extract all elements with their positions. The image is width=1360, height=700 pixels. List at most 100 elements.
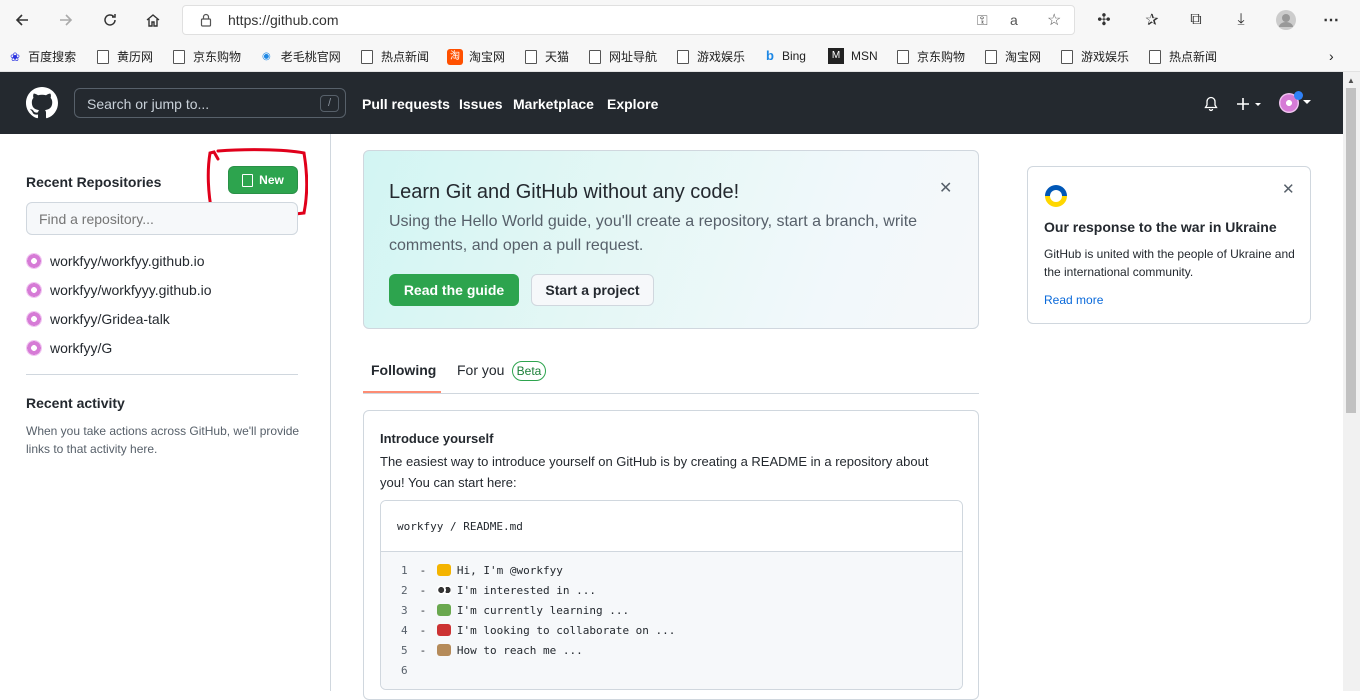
readme-preview[interactable]: workfyy / README.md 1 - Hi, I'm @workfyy… xyxy=(380,500,963,690)
extensions-icon[interactable]: ✣ xyxy=(1093,9,1115,31)
bell-icon[interactable] xyxy=(1203,96,1219,112)
repo-link[interactable]: workfyy/workfyyy.github.io xyxy=(26,282,212,298)
bookmark-item[interactable]: 天猫 xyxy=(525,48,569,65)
line-number: 3 xyxy=(401,604,408,617)
bookmark-item[interactable]: 游戏娱乐 xyxy=(677,48,745,65)
back-icon[interactable] xyxy=(11,9,33,31)
home-icon[interactable] xyxy=(142,9,164,31)
bookmark-label: 天猫 xyxy=(545,50,570,64)
code-line: 1 - Hi, I'm @workfyy xyxy=(401,564,563,577)
cherries-icon xyxy=(436,624,451,636)
recent-activity-text: When you take actions across GitHub, we'… xyxy=(26,424,300,456)
bookmark-item[interactable]: b Bing xyxy=(766,48,806,63)
github-header: Search or jump to... / Pull requests Iss… xyxy=(0,72,1343,134)
search-placeholder: Search or jump to... xyxy=(87,96,210,112)
repo-owner-avatar xyxy=(26,282,42,298)
nav-issues[interactable]: Issues xyxy=(459,96,503,112)
scroll-up-icon[interactable]: ▲ xyxy=(1347,76,1355,85)
bookmark-label: 游戏娱乐 xyxy=(1081,50,1130,64)
chevron-right-icon[interactable]: › xyxy=(1329,48,1334,64)
mailbox-icon xyxy=(436,644,451,656)
line-prefix: - xyxy=(419,604,433,617)
bookmark-item[interactable]: 黄历网 xyxy=(97,48,153,65)
start-project-button[interactable]: Start a project xyxy=(531,274,654,306)
page-scrollbar[interactable]: ▲ xyxy=(1343,72,1360,691)
repo-owner-avatar xyxy=(26,340,42,356)
tabs-underline xyxy=(363,393,979,394)
bookmark-item[interactable]: 网址导航 xyxy=(589,48,657,65)
line-number: 4 xyxy=(401,624,408,637)
favorites-icon[interactable]: ✰ xyxy=(1141,9,1163,31)
more-icon[interactable]: ⋯ xyxy=(1320,9,1342,31)
repo-link[interactable]: workfyy/Gridea-talk xyxy=(26,311,170,327)
bookmark-item[interactable]: 热点新闻 xyxy=(361,48,429,65)
bookmark-item[interactable]: ◉ 老毛桃官网 xyxy=(262,48,341,65)
page-icon xyxy=(985,49,997,64)
read-guide-button[interactable]: Read the guide xyxy=(389,274,519,306)
profile-icon[interactable] xyxy=(1275,9,1297,31)
bookmark-item[interactable]: 京东购物 xyxy=(173,48,241,65)
bookmark-label: MSN xyxy=(851,49,878,63)
bookmark-label: 网址导航 xyxy=(609,50,658,64)
lock-icon xyxy=(200,13,212,27)
bookmark-label: 热点新闻 xyxy=(1169,50,1218,64)
repo-owner-avatar xyxy=(26,311,42,327)
bookmark-item[interactable]: 淘宝网 xyxy=(985,48,1041,65)
ukraine-text: GitHub is united with the people of Ukra… xyxy=(1044,247,1295,279)
address-bar[interactable]: https://github.com ⚿ a ☆ xyxy=(182,5,1075,35)
line-number: 6 xyxy=(401,664,408,677)
bookmark-label: 黄历网 xyxy=(117,50,154,64)
recent-activity-title: Recent activity xyxy=(26,395,125,411)
nav-pull-requests[interactable]: Pull requests xyxy=(362,96,450,112)
nav-explore[interactable]: Explore xyxy=(607,96,658,112)
bookmark-label: 老毛桃官网 xyxy=(280,50,341,64)
refresh-icon[interactable] xyxy=(99,9,121,31)
bookmark-item[interactable]: ❀ 百度搜索 xyxy=(10,48,76,65)
repo-link[interactable]: workfyy/G xyxy=(26,340,112,356)
read-more-link[interactable]: Read more xyxy=(1044,293,1103,307)
tab-following[interactable]: Following xyxy=(371,362,436,378)
repo-owner-avatar xyxy=(26,253,42,269)
line-number: 2 xyxy=(401,584,408,597)
bookmark-item[interactable]: 京东购物 xyxy=(897,48,965,65)
find-repository-input[interactable] xyxy=(26,202,298,235)
key-icon[interactable]: ⚿ xyxy=(977,12,988,29)
repo-name: workfyy/workfyy.github.io xyxy=(50,253,205,269)
github-logo-icon[interactable] xyxy=(26,87,58,119)
translate-icon[interactable]: a xyxy=(1010,12,1018,28)
readme-path: workfyy / README.md xyxy=(397,520,523,533)
ukraine-title: Our response to the war in Ukraine xyxy=(1044,219,1277,235)
code-line: 4 - I'm looking to collaborate on ... xyxy=(401,624,675,637)
favorite-add-icon[interactable]: ☆ xyxy=(1047,10,1061,30)
repo-name: workfyy/Gridea-talk xyxy=(50,311,170,327)
collections-icon[interactable]: ⧉ xyxy=(1185,9,1207,31)
downloads-icon[interactable]: ⤓ xyxy=(1230,9,1252,31)
recent-repositories-title: Recent Repositories xyxy=(26,174,162,190)
bing-icon: b xyxy=(766,48,774,63)
forward-icon[interactable] xyxy=(55,9,77,31)
line-text: How to reach me ... xyxy=(456,644,583,657)
bookmark-label: 京东购物 xyxy=(917,50,966,64)
bookmark-item[interactable]: M MSN xyxy=(828,48,878,64)
tab-for-you[interactable]: For you xyxy=(457,362,504,378)
repo-link[interactable]: workfyy/workfyy.github.io xyxy=(26,253,205,269)
search-input[interactable]: Search or jump to... / xyxy=(74,88,346,118)
bookmark-item[interactable]: 淘淘宝网 xyxy=(447,48,505,65)
close-icon[interactable]: ✕ xyxy=(1282,180,1295,198)
readme-header: workfyy / README.md xyxy=(381,501,962,552)
line-text: I'm interested in ... xyxy=(456,584,596,597)
bookmark-item[interactable]: 热点新闻 xyxy=(1149,48,1217,65)
bookmark-item[interactable]: 游戏娱乐 xyxy=(1061,48,1129,65)
taobao-icon: 淘 xyxy=(447,48,463,65)
beta-badge: Beta xyxy=(512,361,546,381)
chevron-down-icon[interactable] xyxy=(1303,100,1311,106)
intro-title: Introduce yourself xyxy=(380,431,494,446)
close-icon[interactable]: ✕ xyxy=(939,178,952,198)
create-new-icon[interactable] xyxy=(1236,96,1264,112)
repo-name: workfyy/G xyxy=(50,340,113,356)
line-text: Hi, I'm @workfyy xyxy=(456,564,563,577)
scroll-thumb[interactable] xyxy=(1346,88,1356,413)
globe-icon: ◉ xyxy=(262,51,271,62)
nav-marketplace[interactable]: Marketplace xyxy=(513,96,594,112)
readme-code: 1 - Hi, I'm @workfyy 2 - I'm interested … xyxy=(381,552,962,689)
